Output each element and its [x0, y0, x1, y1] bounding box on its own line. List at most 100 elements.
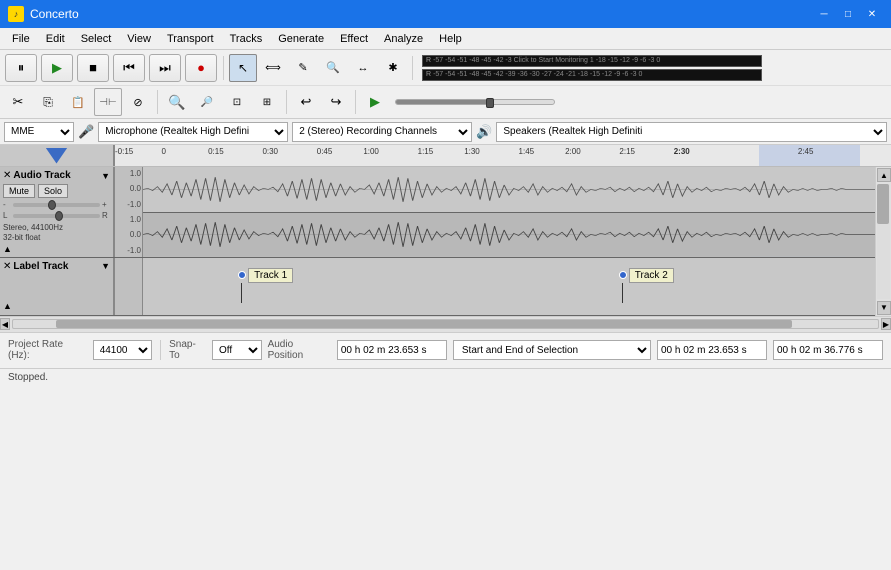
- label-track-close[interactable]: ✕: [3, 261, 11, 272]
- time-label-4: 0:45: [317, 147, 333, 156]
- track-expand-row: ▲: [3, 244, 110, 254]
- zoom-tool[interactable]: 🔍: [319, 54, 347, 82]
- multi-tool[interactable]: ✱: [379, 54, 407, 82]
- label-text-2[interactable]: Track 2: [629, 268, 674, 283]
- zoom-out-button[interactable]: 🔎: [193, 88, 221, 116]
- scroll-left-btn[interactable]: ◀: [0, 318, 10, 330]
- snap-to-label: Snap-To: [169, 339, 206, 361]
- project-rate-select[interactable]: 44100: [93, 340, 152, 360]
- draw-tool[interactable]: ✎: [289, 54, 317, 82]
- scale-bot: -1.0: [116, 200, 141, 209]
- app-icon: ♪: [8, 6, 24, 22]
- track-menu-arrow[interactable]: ▼: [101, 171, 110, 181]
- mute-button[interactable]: Mute: [3, 184, 35, 198]
- scroll-down-btn[interactable]: ▼: [877, 301, 891, 315]
- paste-button[interactable]: 📋: [64, 88, 92, 116]
- record-button[interactable]: ●: [185, 54, 217, 82]
- status-bar: Project Rate (Hz): 44100 Snap-To Off Aud…: [0, 332, 891, 368]
- undo-button[interactable]: ↩: [292, 88, 320, 116]
- sel-start-input[interactable]: [657, 340, 767, 360]
- output-device-select[interactable]: Speakers (Realtek High Definiti: [496, 122, 887, 142]
- menu-file[interactable]: File: [4, 28, 38, 49]
- menu-view[interactable]: View: [119, 28, 159, 49]
- play-green-button[interactable]: ▶: [361, 88, 389, 116]
- tracks-scroll-area: ✕ Audio Track ▼ Mute Solo - +: [0, 167, 891, 316]
- menu-effect[interactable]: Effect: [332, 28, 376, 49]
- toolbar-row1: ⏸ ▶ ■ ⏮ ⏭ ● ↖ ⟺ ✎ 🔍 ↔ ✱ R -57 -54 -51 -4…: [0, 50, 891, 86]
- label-scale-col: [115, 258, 143, 315]
- trim-button[interactable]: ⊣⊢: [94, 88, 122, 116]
- label-track-menu[interactable]: ▼: [101, 261, 110, 271]
- pan-thumb[interactable]: [55, 211, 63, 221]
- cut-button[interactable]: ✂: [4, 88, 32, 116]
- playback-speed-slider[interactable]: [395, 99, 555, 105]
- scroll-right-btn[interactable]: ▶: [881, 318, 891, 330]
- channels-select[interactable]: 2 (Stereo) Recording Channels: [292, 122, 472, 142]
- envelope-tool[interactable]: ⟺: [259, 54, 287, 82]
- fit-project-button[interactable]: ⊡: [223, 88, 251, 116]
- h-scroll-track[interactable]: [12, 319, 879, 329]
- menu-generate[interactable]: Generate: [270, 28, 332, 49]
- gain-thumb[interactable]: [48, 200, 56, 210]
- audio-track-header: ✕ Audio Track ▼ Mute Solo - +: [0, 167, 115, 257]
- menu-tracks[interactable]: Tracks: [222, 28, 271, 49]
- selection-mode-select[interactable]: Start and End of Selection: [453, 340, 651, 360]
- skip-forward-button[interactable]: ⏭: [149, 54, 181, 82]
- time-label-10: 2:15: [619, 147, 635, 156]
- label-dot-2[interactable]: [619, 271, 627, 279]
- time-label-3: 0:30: [262, 147, 278, 156]
- scroll-thumb[interactable]: [877, 184, 889, 224]
- gain-row: - +: [3, 200, 110, 209]
- track-expand-btn[interactable]: ▲: [3, 244, 12, 254]
- tracks-area: -0:15 0 0:15 0:30 0:45 1:00 1:15 1:30 1:…: [0, 145, 891, 332]
- h-scroll-thumb[interactable]: [56, 320, 791, 328]
- stopped-status: Stopped.: [8, 372, 48, 383]
- silence-button[interactable]: ⊘: [124, 88, 152, 116]
- audio-position-input[interactable]: [337, 340, 447, 360]
- time-label-9: 2:00: [565, 147, 581, 156]
- menu-transport[interactable]: Transport: [159, 28, 222, 49]
- menu-edit[interactable]: Edit: [38, 28, 73, 49]
- host-select[interactable]: MME: [4, 122, 74, 142]
- timeshift-tool[interactable]: ↔: [349, 54, 377, 82]
- copy-button[interactable]: ⎘: [34, 88, 62, 116]
- input-device-select[interactable]: Microphone (Realtek High Defini: [98, 122, 288, 142]
- gain-slider[interactable]: [13, 203, 100, 207]
- output-meter[interactable]: R -57 -54 -51 -48 -45 -42 -39 -36 -30 -2…: [422, 69, 762, 81]
- pan-slider[interactable]: [13, 214, 100, 218]
- label-text-1[interactable]: Track 1: [248, 268, 293, 283]
- input-meter[interactable]: R -57 -54 -51 -48 -45 -42 -3 Click to St…: [422, 55, 762, 67]
- waveform-area[interactable]: [143, 167, 875, 257]
- time-label-6: 1:15: [418, 147, 434, 156]
- label-track-header: ✕ Label Track ▼ ▲: [0, 258, 115, 315]
- menu-help[interactable]: Help: [431, 28, 470, 49]
- menu-select[interactable]: Select: [73, 28, 120, 49]
- play-button[interactable]: ▶: [41, 54, 73, 82]
- fit-sel-button[interactable]: ⊞: [253, 88, 281, 116]
- speed-thumb[interactable]: [486, 98, 494, 108]
- zoom-in-button[interactable]: 🔍: [163, 88, 191, 116]
- selection-tool[interactable]: ↖: [229, 54, 257, 82]
- label-track-body[interactable]: Track 1 Track 2: [143, 258, 875, 315]
- maximize-button[interactable]: □: [837, 3, 859, 25]
- label-track-expand[interactable]: ▲: [3, 301, 12, 311]
- pause-button[interactable]: ⏸: [5, 54, 37, 82]
- project-rate-label: Project Rate (Hz):: [8, 339, 87, 361]
- sel-end-input[interactable]: [773, 340, 883, 360]
- horizontal-scrollbar: ◀ ▶: [0, 316, 891, 332]
- menu-analyze[interactable]: Analyze: [376, 28, 431, 49]
- snap-to-select[interactable]: Off: [212, 340, 262, 360]
- close-button[interactable]: ✕: [861, 3, 883, 25]
- track-close-btn[interactable]: ✕: [3, 170, 11, 181]
- scroll-up-btn[interactable]: ▲: [877, 168, 891, 182]
- bottom-status-bar: Stopped.: [0, 368, 891, 386]
- stop-button[interactable]: ■: [77, 54, 109, 82]
- solo-button[interactable]: Solo: [38, 184, 68, 198]
- waveform-bottom: [143, 212, 875, 257]
- skip-back-button[interactable]: ⏮: [113, 54, 145, 82]
- minimize-button[interactable]: ─: [813, 3, 835, 25]
- timeline-labels: -0:15 0 0:15 0:30 0:45 1:00 1:15 1:30 1:…: [115, 147, 891, 166]
- track-dropdown-arrow[interactable]: [46, 148, 68, 164]
- label-dot-1[interactable]: [238, 271, 246, 279]
- redo-button[interactable]: ↪: [322, 88, 350, 116]
